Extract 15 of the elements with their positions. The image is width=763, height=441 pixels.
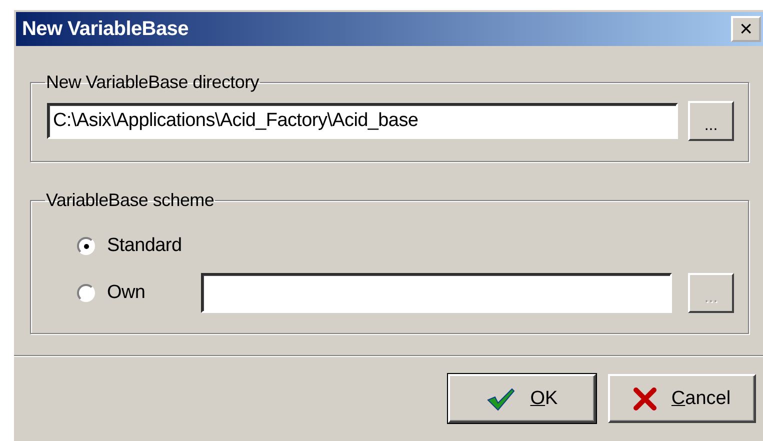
checkmark-icon — [486, 386, 516, 410]
window-title: New VariableBase — [22, 18, 188, 40]
close-button[interactable]: × — [731, 16, 761, 42]
radio-label: Standard — [107, 235, 183, 257]
radio-button[interactable] — [77, 284, 95, 302]
browse-button[interactable]: ... — [688, 101, 734, 141]
radio-button[interactable] — [77, 237, 95, 255]
ok-button[interactable]: OK — [448, 374, 596, 423]
radio-label: Own — [107, 282, 146, 304]
scheme-field[interactable] — [201, 273, 672, 313]
group-title: VariableBase scheme — [45, 190, 216, 211]
cancel-button[interactable]: Cancel — [608, 374, 756, 423]
cross-icon — [633, 386, 658, 410]
group-title: New VariableBase directory — [45, 72, 260, 93]
directory-field[interactable]: C:\Asix\Applications\Acid_Factory\Acid_base — [47, 103, 678, 139]
